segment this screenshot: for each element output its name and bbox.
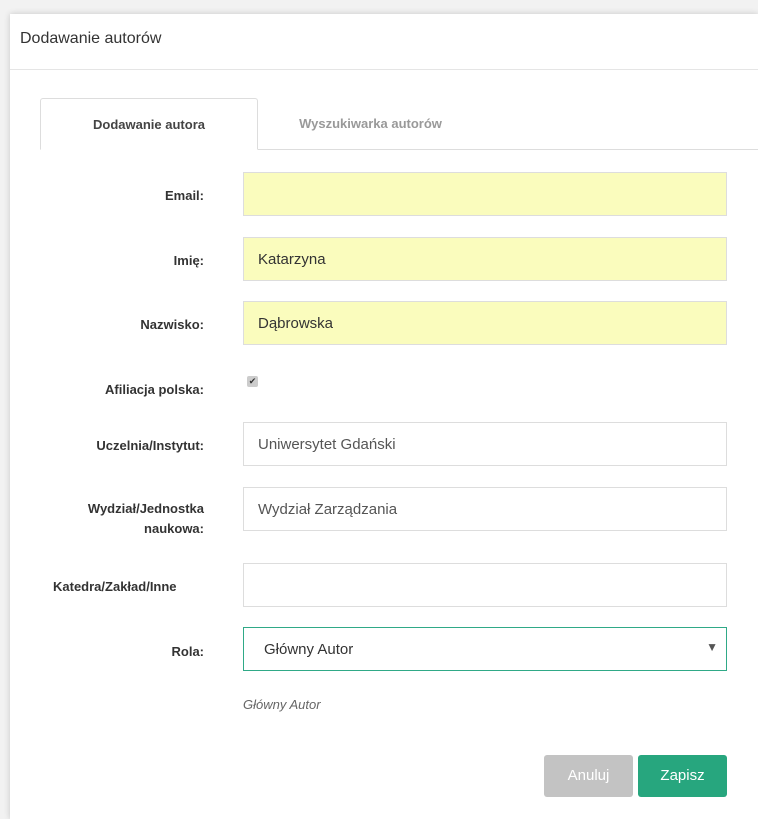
cancel-button[interactable]: Anuluj bbox=[544, 755, 633, 797]
university-field[interactable] bbox=[243, 422, 727, 466]
first-name-label: Imię: bbox=[173, 253, 204, 268]
polish-affiliation-checkbox[interactable]: ✔ bbox=[247, 376, 258, 387]
role-select-value: Główny Autor bbox=[264, 641, 354, 658]
role-select[interactable]: Główny Autor ▼ bbox=[243, 627, 727, 671]
polish-affiliation-label: Afiliacja polska: bbox=[105, 382, 204, 397]
first-name-field[interactable] bbox=[243, 237, 727, 281]
role-help-text: Główny Autor bbox=[243, 697, 321, 712]
department-label: Katedra/Zakład/Inne bbox=[53, 579, 177, 594]
tab-add-author[interactable]: Dodawanie autora bbox=[40, 98, 258, 150]
last-name-label: Nazwisko: bbox=[140, 317, 204, 332]
faculty-label-line1: Wydział/Jednostka bbox=[87, 501, 204, 516]
last-name-field[interactable] bbox=[243, 301, 727, 345]
university-label: Uczelnia/Instytut: bbox=[96, 438, 204, 453]
modal-title: Dodawanie autorów bbox=[20, 30, 162, 47]
email-label: Email: bbox=[164, 188, 204, 203]
role-label: Rola: bbox=[171, 644, 205, 659]
faculty-label: Wydział/Jednostka naukowa: bbox=[88, 499, 204, 539]
save-button[interactable]: Zapisz bbox=[638, 755, 727, 797]
tab-author-search[interactable]: Wyszukiwarka autorów bbox=[258, 98, 483, 149]
chevron-down-icon: ▼ bbox=[706, 640, 718, 654]
email-field[interactable] bbox=[243, 172, 727, 216]
department-field[interactable] bbox=[243, 563, 727, 607]
faculty-field[interactable] bbox=[243, 487, 727, 531]
tab-bar: Dodawanie autora Wyszukiwarka autorów bbox=[40, 98, 758, 150]
faculty-label-line2: naukowa: bbox=[144, 521, 204, 536]
add-authors-modal: Dodawanie autorów Dodawanie autora Wyszu… bbox=[10, 14, 758, 819]
modal-header: Dodawanie autorów bbox=[10, 14, 758, 70]
